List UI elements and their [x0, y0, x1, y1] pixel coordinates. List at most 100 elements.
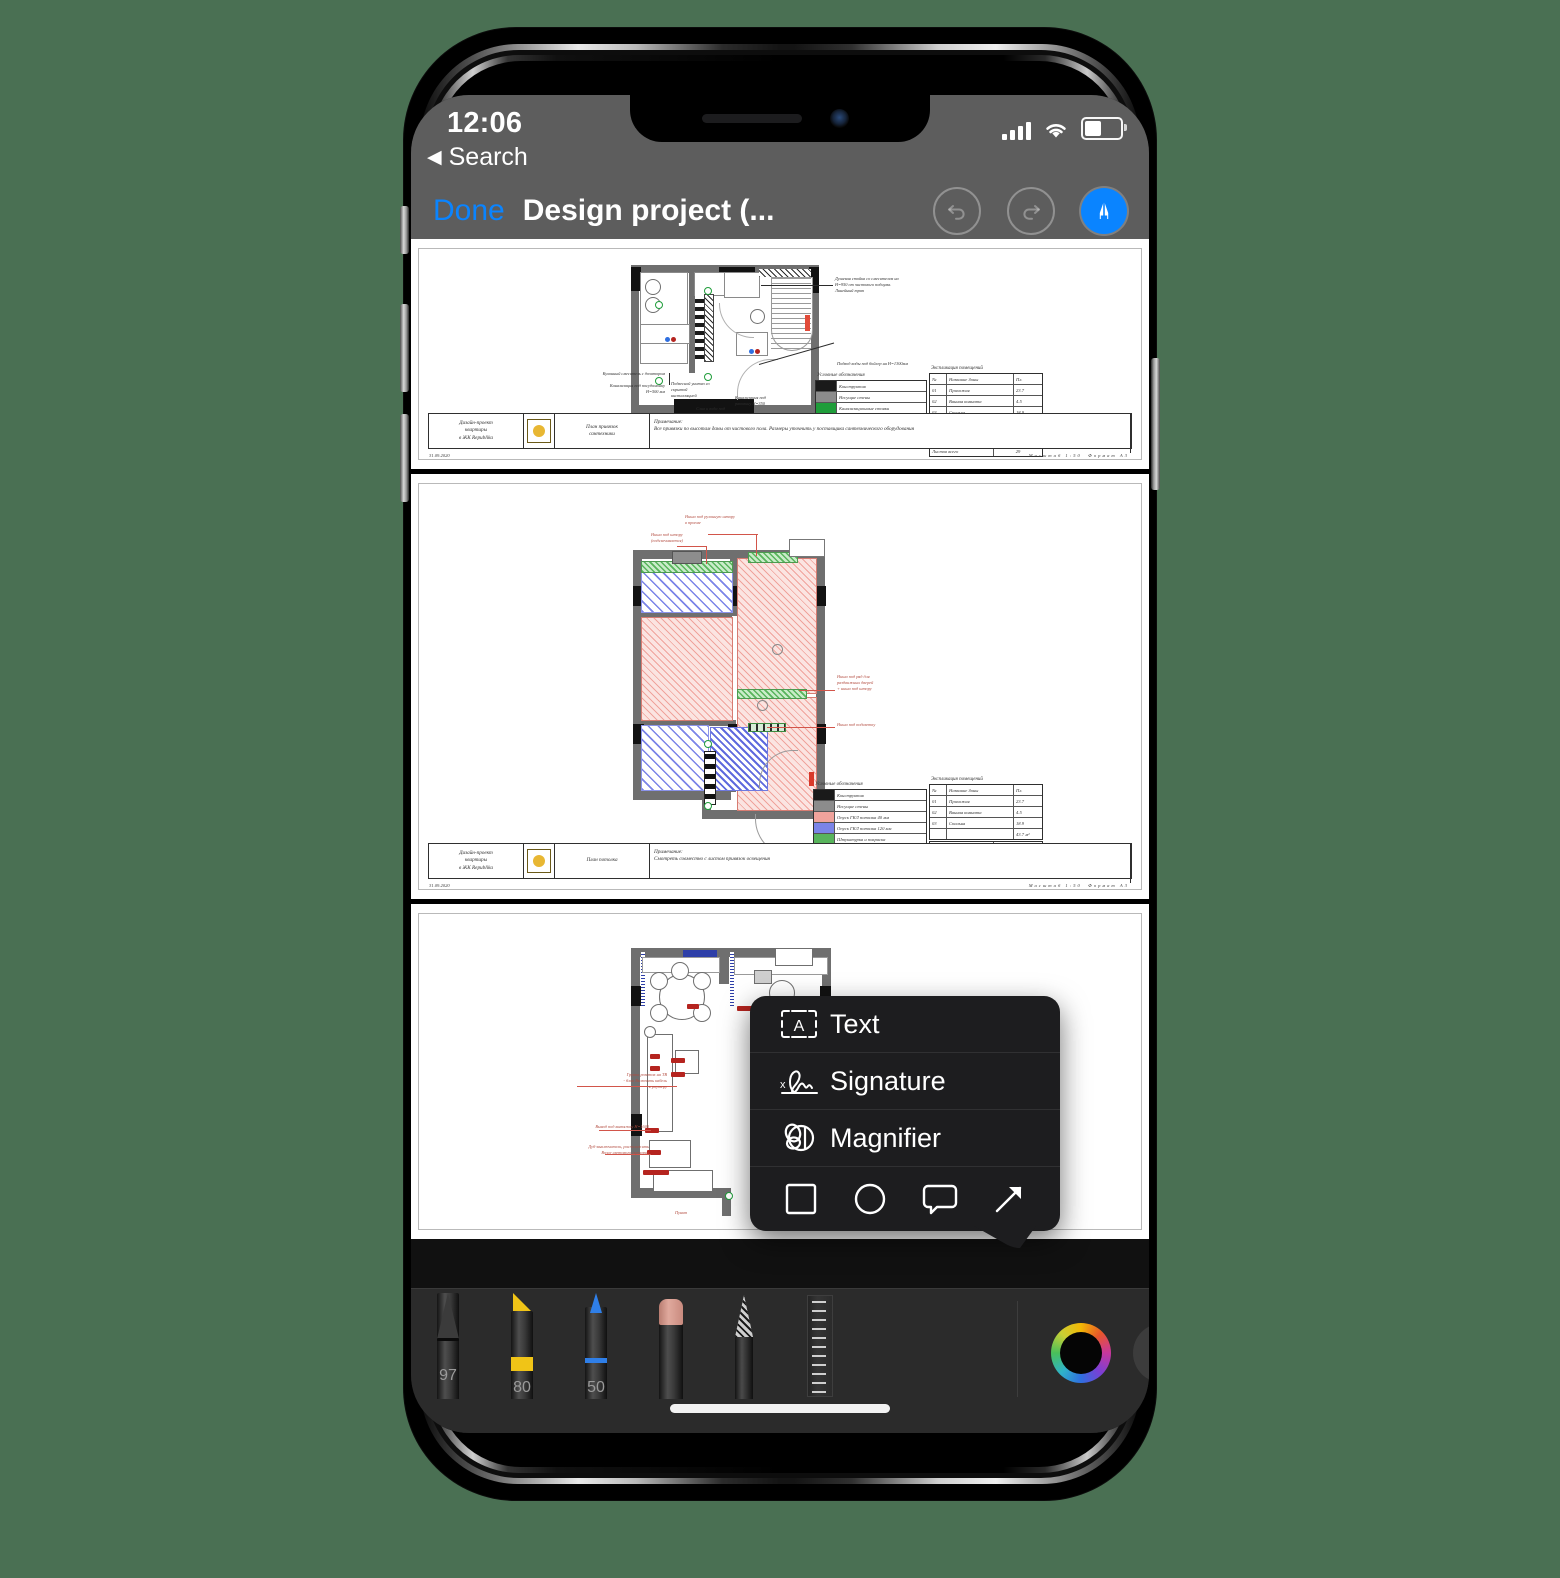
pen-tool-size: 97: [439, 1367, 457, 1384]
square-shape-icon[interactable]: [775, 1173, 827, 1225]
volume-down-button[interactable]: [400, 414, 409, 502]
title-block-sheet-name: План потолка: [555, 844, 650, 878]
legend-swatch: [816, 403, 837, 413]
title-block-sheet-name: План привязок сантехники: [555, 414, 650, 448]
document-page[interactable]: Ниша под рулонную штору в проеме Ниша по…: [411, 469, 1149, 899]
explication-header: № Название Зоны Пл.: [930, 785, 1042, 796]
document-page[interactable]: Душевая стойка со смесителем на H=950 от…: [411, 239, 1149, 469]
phone-screen: 12:06 ◀ Search Done Design project (...: [411, 95, 1149, 1433]
text-box-icon: A: [768, 1009, 830, 1039]
markup-toolbar: 97 80 50: [411, 1288, 1149, 1433]
svg-text:x: x: [780, 1079, 786, 1091]
popup-item-magnifier[interactable]: Magnifier: [750, 1110, 1060, 1167]
svg-text:A: A: [794, 1018, 805, 1035]
legend-row: Опуск ГКЛ потолка 120 мм: [814, 823, 926, 834]
legend-row: Опуск ГКЛ потолка 40 мм: [814, 812, 926, 823]
home-indicator[interactable]: [670, 1404, 890, 1413]
nav-actions: [933, 187, 1127, 235]
explication-row: 03 Спальня 18.9: [930, 818, 1042, 829]
legend-label: Канализационные стояки: [839, 405, 890, 411]
toolbar-divider: [1017, 1301, 1018, 1397]
studio-logo: [524, 844, 555, 878]
back-to-search-link[interactable]: ◀ Search: [427, 143, 528, 172]
legend-row: Несущие стены: [814, 801, 926, 812]
legend-swatch: [814, 823, 835, 833]
page-sheet: Душевая стойка со смесителем на H=950 от…: [418, 248, 1142, 460]
title-block-scale-format: Масштаб 1:50 Формат А3: [1028, 883, 1129, 888]
magnifier-icon: [768, 1121, 830, 1155]
title-block-date: 31.09.2020: [429, 883, 450, 888]
page-sheet: Ниша под рулонную штору в проеме Ниша по…: [418, 483, 1142, 890]
legend-label: Опуск ГКЛ потолка 40 мм: [837, 814, 890, 820]
legend-label: Опуск ГКЛ потолка 120 мм: [837, 825, 892, 831]
legend-swatch: [814, 790, 835, 800]
redo-icon[interactable]: [1007, 187, 1055, 235]
battery-icon: [1081, 117, 1127, 140]
status-time: 12:06: [447, 107, 523, 139]
pen-tool[interactable]: 97: [411, 1291, 485, 1399]
legend-label: Конструктив: [837, 792, 864, 798]
popup-item-label: Magnifier: [830, 1122, 942, 1153]
legend-swatch: [816, 381, 837, 391]
navigation-bar: Done Design project (...: [411, 183, 1149, 239]
circle-shape-icon[interactable]: [844, 1173, 896, 1225]
markup-pen-icon[interactable]: [1081, 188, 1127, 234]
explication-row: 02 Ванная комната 4.5: [930, 807, 1042, 818]
legend-row: Конструктив: [816, 381, 926, 392]
legend-row: Конструктив: [814, 790, 926, 801]
legend-swatch: [814, 812, 835, 822]
speech-bubble-shape-icon[interactable]: [914, 1173, 966, 1225]
arrow-shape-icon[interactable]: [983, 1173, 1035, 1225]
explication-row: 43.7 м²: [930, 829, 1042, 839]
studio-logo: [524, 414, 555, 448]
title-block-project: Дизайн-проект квартиры в ЖК Republika: [429, 844, 524, 878]
title-block: Дизайн-проект квартиры в ЖК Republika Пл…: [428, 843, 1132, 883]
marker-tool-size: 50: [587, 1379, 605, 1396]
signature-icon: x: [768, 1065, 830, 1097]
popup-item-signature[interactable]: x Signature: [750, 1053, 1060, 1110]
eraser-tool[interactable]: [633, 1291, 707, 1399]
popup-item-label: Signature: [830, 1065, 946, 1096]
cellular-signal-icon: [1002, 121, 1031, 140]
mute-switch-button[interactable]: [400, 206, 409, 254]
color-wheel[interactable]: [1051, 1323, 1111, 1383]
popup-shape-row: [750, 1167, 1060, 1231]
legend-label: Несущие стены: [837, 803, 869, 809]
explication-row: 02 Ванная комната 4.5: [930, 396, 1042, 407]
document-scroll-area[interactable]: Душевая стойка со смесителем на H=950 от…: [411, 239, 1149, 1433]
title-block-note-text: Смотреть совместно с листом привязок осв…: [654, 856, 770, 863]
back-arrow-icon: ◀: [427, 147, 442, 168]
ruler-tool[interactable]: [781, 1291, 855, 1399]
lasso-tool[interactable]: [707, 1291, 781, 1399]
explication-table: № Название Зоны Пл. 01 Прихожая 23.7 02 Ванная …: [929, 784, 1043, 840]
legend-row: Несущие стены: [816, 392, 926, 403]
volume-up-button[interactable]: [400, 304, 409, 392]
marker-tool[interactable]: 50: [559, 1291, 633, 1399]
front-camera-icon: [830, 109, 849, 128]
popup-item-text[interactable]: A Text: [750, 996, 1060, 1053]
earpiece-speaker: [702, 114, 802, 123]
legend-label: Несущие стены: [839, 394, 871, 400]
title-block-note-text: Все привязки по высотам даны от чистовог…: [654, 426, 915, 433]
tool-list: 97 80 50: [411, 1289, 1149, 1399]
highlighter-tool-size: 80: [513, 1379, 531, 1396]
wifi-icon: [1043, 120, 1069, 140]
power-button[interactable]: [1151, 358, 1160, 490]
document-title: Design project (...: [522, 194, 775, 227]
title-block-scale-format: Масштаб 1:50 Формат А3: [1028, 453, 1129, 458]
explication-row: 01 Прихожая 23.7: [930, 385, 1042, 396]
title-block: Дизайн-проект квартиры в ЖК Republika Пл…: [428, 413, 1132, 453]
done-button[interactable]: Done: [433, 194, 505, 228]
device-notch: [630, 95, 930, 142]
highlighter-tool[interactable]: 80: [485, 1291, 559, 1399]
annotation-popup-menu[interactable]: A Text x Signature Magnifier: [750, 996, 1060, 1231]
status-indicators: [1002, 117, 1127, 140]
title-block-date: 31.09.2020: [429, 453, 450, 458]
legend-label: Конструктив: [839, 383, 866, 389]
legend-swatch: [816, 392, 837, 402]
undo-icon[interactable]: [933, 187, 981, 235]
title-block-note-label: Примечание:: [654, 849, 683, 855]
explication-row: 01 Прихожая 23.7: [930, 796, 1042, 807]
explication-header: № Название Зоны Пл.: [930, 374, 1042, 385]
legend-swatch: [814, 801, 835, 811]
